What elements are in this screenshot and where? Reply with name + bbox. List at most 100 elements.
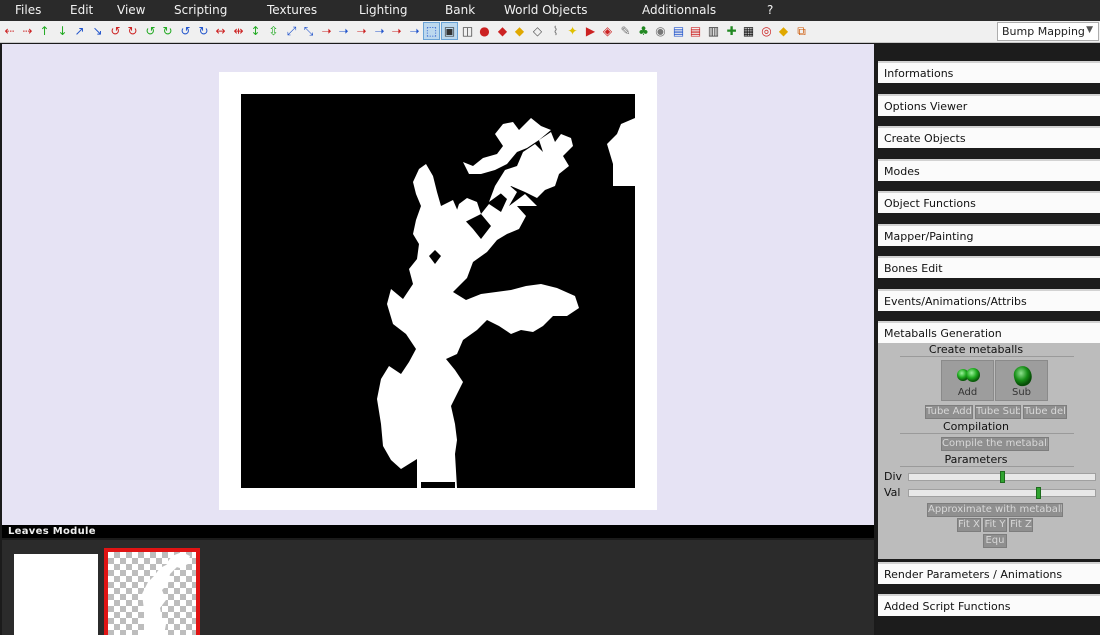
leaves-module-panel: [2, 540, 874, 635]
texture-viewport[interactable]: [2, 44, 874, 525]
section-object-functions[interactable]: Object Functions: [878, 191, 1100, 213]
menu-bank[interactable]: Bank: [445, 3, 475, 17]
move-z-back-icon[interactable]: ➝: [407, 23, 422, 39]
section-mapper-painting[interactable]: Mapper/Painting: [878, 224, 1100, 246]
section-modes[interactable]: Modes: [878, 159, 1100, 181]
section-events-animations[interactable]: Events/Animations/Attribs: [878, 289, 1100, 311]
add-metaball-button[interactable]: Add: [941, 360, 994, 401]
diamond-icon[interactable]: ◆: [495, 23, 510, 39]
move-x-icon[interactable]: ➝: [319, 23, 334, 39]
divider: [900, 356, 1074, 357]
rotate-z-icon[interactable]: ↺: [178, 23, 193, 39]
menu-scripting[interactable]: Scripting: [174, 3, 227, 17]
fit-x-button[interactable]: Fit X: [957, 518, 981, 532]
menu-additionnals[interactable]: Additionnals: [642, 3, 716, 17]
chevron-down-icon: ▼: [1086, 25, 1093, 35]
doc-red-icon[interactable]: ▤: [688, 23, 703, 39]
rotate-z-back-icon[interactable]: ↻: [196, 23, 211, 39]
leaf-texture-canvas[interactable]: [241, 94, 635, 488]
scale-z-down-icon[interactable]: ⤡: [301, 23, 316, 39]
bone-icon[interactable]: ⌇: [548, 23, 563, 39]
menu-view[interactable]: View: [117, 3, 145, 17]
play-icon[interactable]: ▶: [583, 23, 598, 39]
divider: [900, 466, 1074, 467]
export-icon[interactable]: ⧉: [794, 23, 809, 39]
section-create-objects[interactable]: Create Objects: [878, 126, 1100, 148]
approximate-metaballs-button[interactable]: Approximate with metaballs: [927, 503, 1063, 517]
val-slider[interactable]: [908, 487, 1096, 499]
divider: [900, 433, 1074, 434]
leaf-thumbnail-2-selected[interactable]: [104, 548, 200, 635]
diamond-outline-icon[interactable]: ◇: [530, 23, 545, 39]
menu-textures[interactable]: Textures: [267, 3, 317, 17]
select-mode-icon[interactable]: ⬚: [423, 22, 440, 40]
plugin-icon[interactable]: ✚: [724, 23, 739, 39]
cube-icon[interactable]: ◫: [460, 23, 475, 39]
box-select-icon[interactable]: ▣: [441, 22, 458, 40]
script-icon[interactable]: ▥: [706, 23, 721, 39]
val-slider-thumb[interactable]: [1036, 487, 1041, 499]
menu-edit[interactable]: Edit: [70, 3, 93, 17]
arrow-left-icon[interactable]: ⇠: [2, 23, 17, 39]
light-bulb-icon[interactable]: ✦: [565, 23, 580, 39]
disk-icon[interactable]: ◉: [653, 23, 668, 39]
sphere-icon[interactable]: ●: [477, 23, 492, 39]
scale-x-icon[interactable]: ↔: [213, 23, 228, 39]
val-label: Val: [884, 486, 901, 499]
scale-z-icon[interactable]: ⤢: [284, 23, 299, 39]
tree-icon[interactable]: ♣: [636, 23, 651, 39]
add-label: Add: [957, 387, 978, 398]
scale-x-down-icon[interactable]: ⇹: [231, 23, 246, 39]
rotate-x-back-icon[interactable]: ↻: [125, 23, 140, 39]
compilation-title: Compilation: [942, 420, 1010, 433]
diamond-yellow-icon[interactable]: ◆: [512, 23, 527, 39]
section-added-script-functions[interactable]: Added Script Functions: [878, 594, 1100, 616]
menu-help[interactable]: ?: [767, 3, 773, 17]
scale-y-icon[interactable]: ↕: [248, 23, 263, 39]
rotate-x-icon[interactable]: ↺: [108, 23, 123, 39]
paint-bucket-icon[interactable]: ◈: [600, 23, 615, 39]
menu-lighting[interactable]: Lighting: [359, 3, 408, 17]
axis-y-up-icon[interactable]: ↑: [37, 23, 52, 39]
fit-y-button[interactable]: Fit Y: [983, 518, 1007, 532]
brush-icon[interactable]: ✎: [618, 23, 633, 39]
axis-y-down-icon[interactable]: ↓: [55, 23, 70, 39]
rotate-y-back-icon[interactable]: ↻: [160, 23, 175, 39]
arrow-right-icon[interactable]: ⇢: [20, 23, 35, 39]
section-metaballs-generation[interactable]: Metaballs Generation: [878, 321, 1100, 343]
leaf-thumbnail-1[interactable]: [14, 554, 98, 635]
scale-y-down-icon[interactable]: ⇳: [266, 23, 281, 39]
fit-z-button[interactable]: Fit Z: [1009, 518, 1033, 532]
render-mode-select[interactable]: Bump Mapping ▼: [997, 22, 1099, 41]
move-y-icon[interactable]: ➝: [336, 23, 351, 39]
tools-panel: Informations Options Viewer Create Objec…: [876, 44, 1100, 635]
section-render-parameters[interactable]: Render Parameters / Animations: [878, 562, 1100, 584]
div-slider[interactable]: [908, 471, 1096, 483]
tube-sub-button[interactable]: Tube Sub: [975, 405, 1021, 419]
move-y-back-icon[interactable]: ➝: [389, 23, 404, 39]
div-slider-thumb[interactable]: [1000, 471, 1005, 483]
stop-icon[interactable]: ◎: [759, 23, 774, 39]
move-x-back-icon[interactable]: ➝: [372, 23, 387, 39]
leaves-module-header: Leaves Module: [2, 525, 874, 538]
sub-metaball-button[interactable]: Sub: [995, 360, 1048, 401]
rotate-y-icon[interactable]: ↺: [143, 23, 158, 39]
window-icon[interactable]: ▦: [741, 23, 756, 39]
equ-button[interactable]: Equ: [983, 534, 1007, 548]
metaballs-panel: Create metaballs Add Sub Tube Add Tube S: [878, 343, 1100, 559]
axis-z-down-icon[interactable]: ↘: [90, 23, 105, 39]
section-options-viewer[interactable]: Options Viewer: [878, 94, 1100, 116]
toolbar-icons: ⇠ ⇢ ↑ ↓ ↗ ↘ ↺ ↻ ↺ ↻ ↺ ↻ ↔ ⇹ ↕ ⇳ ⤢ ⤡ ➝ ➝ ➝ ➝ ➝ ➝ ⬚ ▣ ◫ ● ◆ ◆ ◇ ⌇ ✦ ▶ ◈ ✎ ♣ ◉ ▤ ▤…: [2, 22, 822, 41]
menu-files[interactable]: Files: [15, 3, 41, 17]
section-bones-edit[interactable]: Bones Edit: [878, 256, 1100, 278]
doc-blue-icon[interactable]: ▤: [671, 23, 686, 39]
compile-metaballs-button[interactable]: Compile the metaballs: [941, 437, 1049, 451]
tag-icon[interactable]: ◆: [776, 23, 791, 39]
move-z-icon[interactable]: ➝: [354, 23, 369, 39]
tube-add-button[interactable]: Tube Add: [925, 405, 973, 419]
axis-z-up-icon[interactable]: ↗: [72, 23, 87, 39]
menu-world-objects[interactable]: World Objects: [504, 3, 588, 17]
parameters-title: Parameters: [944, 453, 1008, 466]
tube-del-button[interactable]: Tube del: [1023, 405, 1067, 419]
section-informations[interactable]: Informations: [878, 61, 1100, 83]
